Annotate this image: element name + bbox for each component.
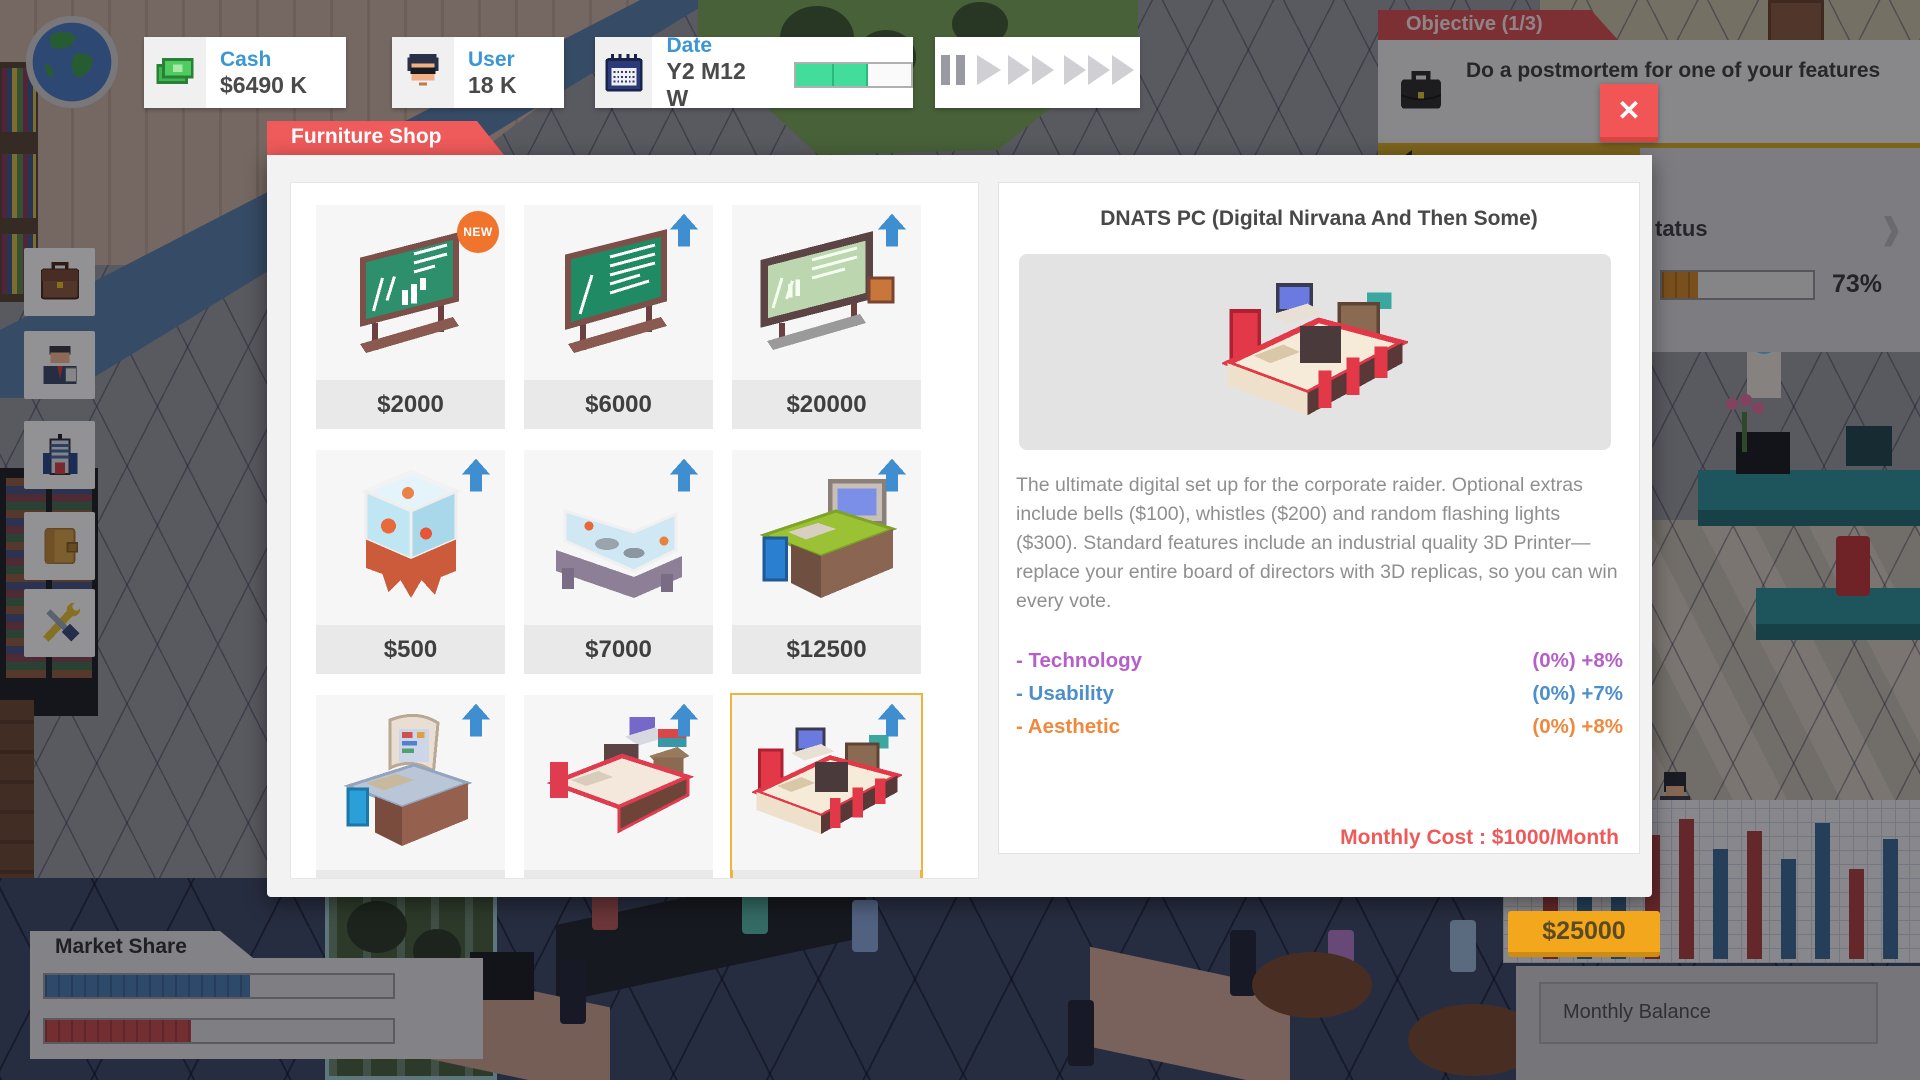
pause-button[interactable] xyxy=(939,53,969,92)
shop-item[interactable]: $20000 xyxy=(732,205,921,429)
price-strip xyxy=(732,870,921,879)
stat-value: (0%) +8% xyxy=(1532,649,1623,682)
item-grid: NEW $2000 $6000 $20000 $500 xyxy=(316,205,921,879)
play-button[interactable] xyxy=(973,53,1003,92)
item-price: $6000 xyxy=(585,391,652,419)
shop-item-image xyxy=(524,205,713,380)
user-label: User xyxy=(468,47,517,72)
upgrade-arrow-icon xyxy=(455,456,497,500)
play-icon xyxy=(973,53,1003,87)
cash-icon xyxy=(144,37,206,108)
item-price: $7000 xyxy=(585,636,652,664)
shop-item[interactable]: $6000 xyxy=(524,205,713,429)
user-value: 18 K xyxy=(468,72,517,99)
shop-item-image xyxy=(316,450,505,625)
shop-item-image xyxy=(524,450,713,625)
date-value: Y2 M12 W xyxy=(666,58,766,112)
stat-row: - Usability (0%) +7% xyxy=(1016,682,1623,715)
monthly-cost: Monthly Cost : $1000/Month xyxy=(1340,826,1619,850)
item-detail-panel: DNATS PC (Digital Nirvana And Then Some)… xyxy=(998,182,1640,854)
shop-item[interactable] xyxy=(732,695,921,879)
shop-item[interactable]: NEW $2000 xyxy=(316,205,505,429)
week-progress-divider xyxy=(832,64,834,86)
item-price: $12500 xyxy=(786,636,866,664)
item-price: $500 xyxy=(384,636,437,664)
item-preview xyxy=(1019,254,1611,450)
shop-item[interactable]: $500 xyxy=(316,450,505,674)
furniture-shop-modal: NEW $2000 $6000 $20000 $500 xyxy=(267,155,1652,897)
pause-icon xyxy=(939,53,969,87)
shop-item[interactable] xyxy=(316,695,505,879)
dnats-pc-art xyxy=(1180,259,1450,445)
upgrade-arrow-icon xyxy=(871,701,913,745)
shop-item[interactable]: $12500 xyxy=(732,450,921,674)
stat-row: - Aesthetic (0%) +8% xyxy=(1016,715,1623,748)
fast-forward-icon xyxy=(1006,53,1058,87)
upgrade-arrow-icon xyxy=(871,456,913,500)
shop-item-image xyxy=(524,695,713,870)
price-strip: $2000 xyxy=(316,380,505,429)
price-strip: $20000 xyxy=(732,380,921,429)
stat-label: - Usability xyxy=(1016,682,1114,715)
item-description: The ultimate digital set up for the corp… xyxy=(1016,471,1623,616)
price-strip: $12500 xyxy=(732,625,921,674)
cash-label: Cash xyxy=(220,47,307,72)
stat-value: (0%) +8% xyxy=(1532,715,1623,748)
shop-item[interactable]: $7000 xyxy=(524,450,713,674)
upgrade-arrow-icon xyxy=(455,701,497,745)
shop-item-image xyxy=(732,695,921,870)
new-badge: NEW xyxy=(457,211,499,253)
furniture-shop-tab: Furniture Shop xyxy=(267,121,504,155)
price-strip: $6000 xyxy=(524,380,713,429)
close-icon[interactable]: ✕ xyxy=(1600,84,1658,142)
buy-price-button[interactable]: $25000 xyxy=(1508,911,1660,957)
user-icon xyxy=(392,37,454,108)
shop-item-image xyxy=(732,450,921,625)
game-screen: Objective (1/3) Do a postmortem for one … xyxy=(0,0,1920,1080)
item-stats: - Technology (0%) +8% - Usability (0%) +… xyxy=(1016,649,1623,748)
fastest-button[interactable] xyxy=(1062,53,1136,92)
price-strip xyxy=(524,870,713,879)
stat-label: - Technology xyxy=(1016,649,1142,682)
shop-item-image xyxy=(732,205,921,380)
stat-row: - Technology (0%) +8% xyxy=(1016,649,1623,682)
upgrade-arrow-icon xyxy=(663,701,705,745)
date-icon xyxy=(595,37,652,108)
shop-item-image xyxy=(316,695,505,870)
stat-label: - Aesthetic xyxy=(1016,715,1120,748)
user-card: User 18 K xyxy=(392,37,564,108)
price-strip: $500 xyxy=(316,625,505,674)
furniture-shop-title: Furniture Shop xyxy=(291,125,442,149)
cash-card: Cash $6490 K xyxy=(144,37,346,108)
upgrade-arrow-icon xyxy=(871,211,913,255)
fastest-icon xyxy=(1062,53,1136,87)
price-strip: $7000 xyxy=(524,625,713,674)
shop-item-image: NEW xyxy=(316,205,505,380)
item-title: DNATS PC (Digital Nirvana And Then Some) xyxy=(999,207,1639,231)
price-strip xyxy=(316,870,505,879)
item-price: $20000 xyxy=(786,391,866,419)
upgrade-arrow-icon xyxy=(663,456,705,500)
date-label: Date xyxy=(666,33,766,58)
date-card: Date Y2 M12 W xyxy=(595,37,913,108)
shop-item[interactable] xyxy=(524,695,713,879)
item-grid-panel: NEW $2000 $6000 $20000 $500 xyxy=(290,182,979,879)
item-price: $2000 xyxy=(377,391,444,419)
fast-forward-button[interactable] xyxy=(1006,53,1058,92)
cash-value: $6490 K xyxy=(220,72,307,99)
upgrade-arrow-icon xyxy=(663,211,705,255)
speed-controls xyxy=(935,37,1140,108)
stat-value: (0%) +7% xyxy=(1532,682,1623,715)
week-progress-track xyxy=(794,62,913,88)
